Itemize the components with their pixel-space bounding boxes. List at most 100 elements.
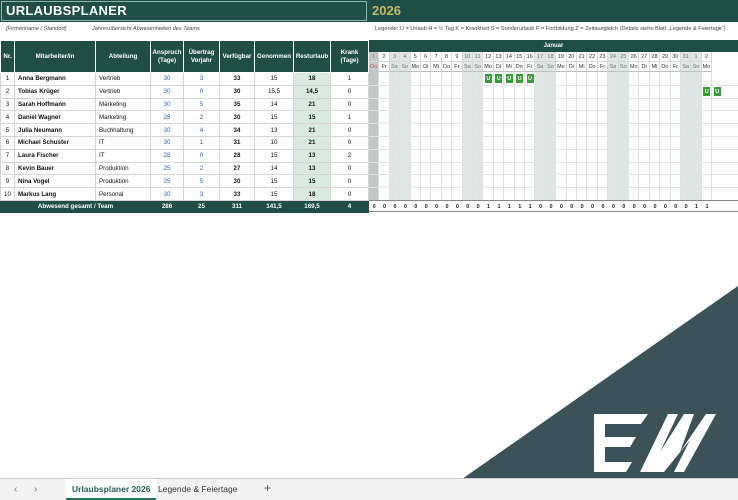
- entitlement-days[interactable]: 25: [150, 161, 184, 176]
- year-cell[interactable]: 2026: [372, 1, 401, 21]
- day-total[interactable]: 0: [567, 201, 577, 212]
- vacation-entry[interactable]: U: [504, 73, 514, 84]
- day-total[interactable]: 0: [639, 201, 649, 212]
- sick-days[interactable]: 0: [330, 174, 369, 189]
- day-total[interactable]: 0: [390, 201, 400, 212]
- remaining-days[interactable]: 18: [293, 187, 331, 201]
- sick-days[interactable]: 0: [330, 161, 369, 176]
- row-number[interactable]: 3: [0, 97, 15, 112]
- row-number[interactable]: 10: [0, 187, 15, 201]
- vacation-entry[interactable]: U: [483, 73, 493, 84]
- carryover-days[interactable]: 0: [183, 84, 220, 99]
- day-total[interactable]: 0: [452, 201, 462, 212]
- sick-days[interactable]: 2: [330, 148, 369, 163]
- employee-name[interactable]: Julia Neumann: [14, 123, 96, 137]
- day-total[interactable]: 0: [587, 201, 597, 212]
- carryover-days[interactable]: 5: [183, 174, 220, 189]
- day-total[interactable]: 1: [483, 201, 493, 212]
- carryover-days[interactable]: 3: [183, 72, 220, 86]
- carryover-days[interactable]: 4: [183, 123, 220, 137]
- row-number[interactable]: 7: [0, 148, 15, 163]
- row-number[interactable]: 6: [0, 135, 15, 150]
- taken-days[interactable]: 15: [254, 72, 294, 86]
- taken-days[interactable]: 15: [254, 174, 294, 189]
- remaining-days[interactable]: 15: [293, 110, 331, 125]
- row-number[interactable]: 5: [0, 123, 15, 137]
- department[interactable]: Vertrieb: [95, 84, 151, 99]
- employee-name[interactable]: Nina Vogel: [14, 174, 96, 189]
- remaining-days[interactable]: 13: [293, 148, 331, 163]
- sheet-tab-planner[interactable]: Urlaubsplaner 2026: [66, 479, 157, 500]
- day-total[interactable]: 1: [504, 201, 514, 212]
- available-days[interactable]: 27: [219, 161, 255, 176]
- entitlement-days[interactable]: 30: [150, 135, 184, 150]
- remaining-days[interactable]: 15: [293, 174, 331, 189]
- taken-days[interactable]: 14: [254, 97, 294, 112]
- remaining-days[interactable]: 21: [293, 97, 331, 112]
- available-days[interactable]: 35: [219, 97, 255, 112]
- sheet-tab-legend[interactable]: Legende & Feiertage: [152, 479, 243, 500]
- page-title[interactable]: URLAUBSPLANER: [1, 1, 367, 21]
- carryover-days[interactable]: 2: [183, 161, 220, 176]
- sick-days[interactable]: 1: [330, 110, 369, 125]
- day-total[interactable]: 1: [494, 201, 504, 212]
- employee-name[interactable]: Laura Fischer: [14, 148, 96, 163]
- carryover-days[interactable]: 3: [183, 187, 220, 201]
- day-total[interactable]: 0: [421, 201, 431, 212]
- day-total[interactable]: 1: [691, 201, 701, 212]
- row-number[interactable]: 9: [0, 174, 15, 189]
- day-total[interactable]: 0: [463, 201, 473, 212]
- taken-days[interactable]: 15: [254, 187, 294, 201]
- available-days[interactable]: 30: [219, 110, 255, 125]
- row-number[interactable]: 1: [0, 72, 15, 86]
- employee-name[interactable]: Sarah Hoffmann: [14, 97, 96, 112]
- day-total[interactable]: 0: [535, 201, 545, 212]
- chevron-left-icon[interactable]: ‹: [14, 484, 17, 495]
- department[interactable]: Personal: [95, 187, 151, 201]
- department[interactable]: Produktion: [95, 174, 151, 189]
- taken-days[interactable]: 13: [254, 123, 294, 137]
- day-total[interactable]: 0: [369, 201, 379, 212]
- sick-days[interactable]: 0: [330, 187, 369, 201]
- day-total[interactable]: 0: [671, 201, 681, 212]
- entitlement-days[interactable]: 28: [150, 110, 184, 125]
- employee-name[interactable]: Michael Schuster: [14, 135, 96, 150]
- department[interactable]: Marketing: [95, 110, 151, 125]
- day-total[interactable]: 0: [629, 201, 639, 212]
- vacation-entry[interactable]: U: [494, 73, 504, 84]
- remaining-days[interactable]: 18: [293, 72, 331, 86]
- row-number[interactable]: 8: [0, 161, 15, 176]
- department[interactable]: IT: [95, 148, 151, 163]
- row-number[interactable]: 4: [0, 110, 15, 125]
- carryover-days[interactable]: 2: [183, 110, 220, 125]
- entitlement-days[interactable]: 28: [150, 148, 184, 163]
- carryover-days[interactable]: 5: [183, 97, 220, 112]
- day-total[interactable]: 0: [442, 201, 452, 212]
- day-total[interactable]: 0: [608, 201, 618, 212]
- employee-name[interactable]: Markus Lang: [14, 187, 96, 201]
- vacation-entry[interactable]: U: [712, 85, 722, 97]
- day-total[interactable]: 0: [619, 201, 629, 212]
- entitlement-days[interactable]: 30: [150, 72, 184, 86]
- totals-taken[interactable]: 141,5: [254, 199, 294, 213]
- day-total[interactable]: 0: [546, 201, 556, 212]
- day-total[interactable]: 0: [473, 201, 483, 212]
- taken-days[interactable]: 15: [254, 110, 294, 125]
- employee-name[interactable]: Daniel Wagner: [14, 110, 96, 125]
- available-days[interactable]: 30: [219, 84, 255, 99]
- department[interactable]: Vertrieb: [95, 72, 151, 86]
- vacation-entry[interactable]: U: [525, 73, 535, 84]
- day-total[interactable]: 0: [660, 201, 670, 212]
- row-number[interactable]: 2: [0, 84, 15, 99]
- sick-days[interactable]: 0: [330, 84, 369, 99]
- totals-remaining[interactable]: 169,5: [293, 199, 331, 213]
- entitlement-days[interactable]: 25: [150, 174, 184, 189]
- day-total[interactable]: 0: [411, 201, 421, 212]
- remaining-days[interactable]: 14,5: [293, 84, 331, 99]
- entitlement-days[interactable]: 30: [150, 84, 184, 99]
- available-days[interactable]: 33: [219, 72, 255, 86]
- available-days[interactable]: 34: [219, 123, 255, 137]
- remaining-days[interactable]: 13: [293, 161, 331, 176]
- available-days[interactable]: 28: [219, 148, 255, 163]
- entitlement-days[interactable]: 30: [150, 123, 184, 137]
